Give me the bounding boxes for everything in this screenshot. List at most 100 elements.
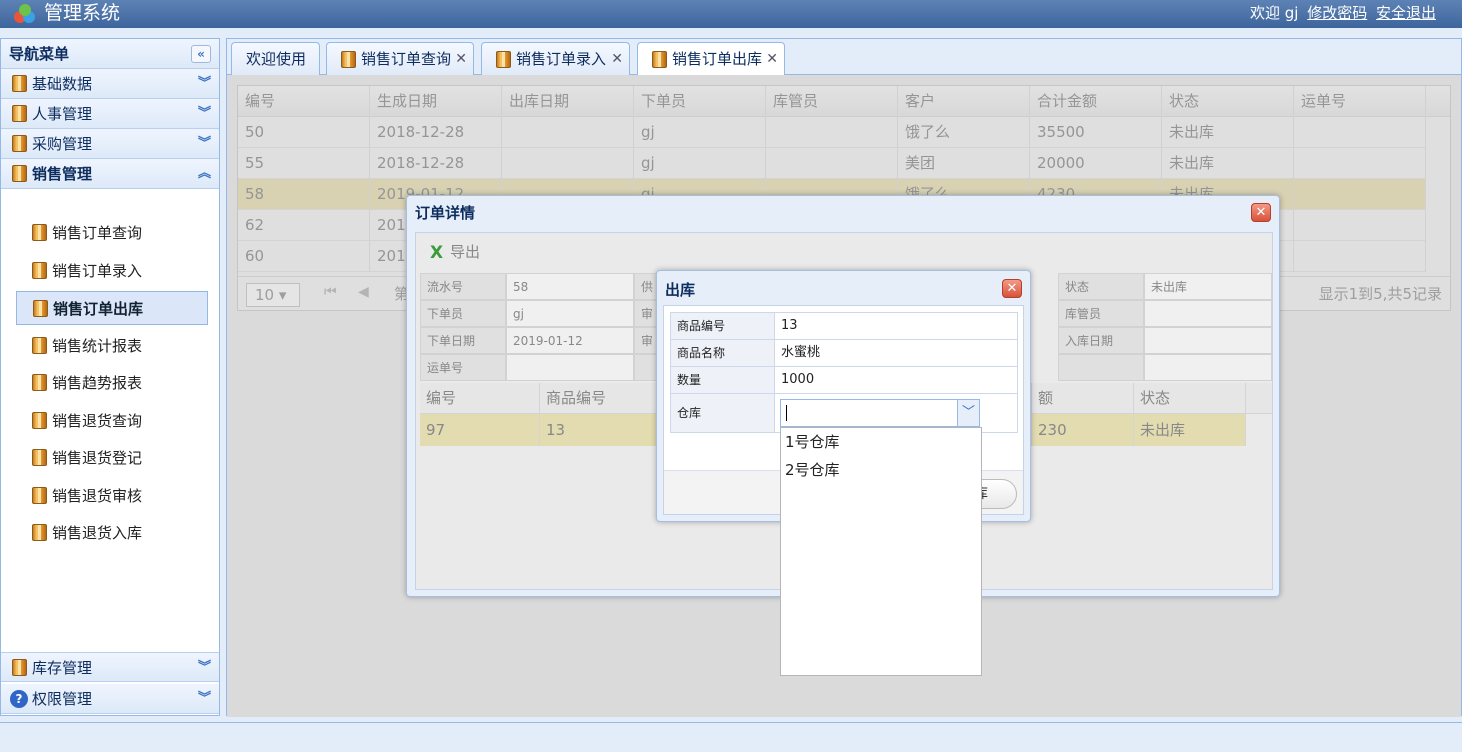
package-icon — [341, 51, 356, 68]
sidebar-item-label: 销售退货查询 — [52, 412, 143, 430]
sidebar-item-return-stockin[interactable]: 销售退货入库 — [16, 516, 208, 550]
group-label: 销售管理 — [32, 165, 93, 183]
group-sales[interactable]: 销售管理 ︽ — [1, 159, 219, 189]
package-icon — [33, 300, 48, 317]
close-icon[interactable]: ✕ — [455, 43, 467, 75]
column-header[interactable]: 状态 — [1134, 383, 1246, 414]
warehouse-option[interactable]: 1号仓库 — [781, 428, 981, 456]
group-purchase[interactable]: 采购管理 ︾ — [1, 129, 219, 159]
dialog-title: 订单详情 — [415, 204, 476, 222]
package-icon — [12, 135, 27, 152]
tab-welcome[interactable]: 欢迎使用 — [231, 42, 320, 75]
chevron-down-icon: ︾ — [197, 76, 211, 91]
column-header[interactable]: 编号 — [420, 383, 540, 414]
sidebar-item-label: 销售退货登记 — [52, 449, 143, 467]
package-icon — [32, 524, 47, 541]
field-row: 商品名称 水蜜桃 — [670, 339, 1018, 367]
info-value: 58 — [506, 273, 634, 300]
close-icon[interactable]: ✕ — [766, 43, 778, 75]
table-cell[interactable]: 未出库 — [1134, 414, 1246, 446]
logout-link[interactable]: 安全退出 — [1376, 4, 1436, 22]
warehouse-dropdown: 1号仓库 2号仓库 — [780, 427, 982, 676]
info-label: 下单员 — [420, 300, 506, 327]
warehouse-select[interactable]: ﹀ — [780, 399, 980, 427]
close-icon[interactable]: ✕ — [1002, 279, 1022, 298]
change-password-link[interactable]: 修改密码 — [1307, 4, 1367, 22]
sidebar-item-return-audit[interactable]: 销售退货审核 — [16, 479, 208, 513]
package-icon — [12, 105, 27, 122]
sidebar-item-return-query[interactable]: 销售退货查询 — [16, 404, 208, 438]
footer-bar — [0, 722, 1462, 752]
info-value: 2019-01-12 — [506, 327, 634, 354]
group-label: 库存管理 — [32, 659, 93, 677]
info-value — [1144, 327, 1272, 354]
info-label: 下单日期 — [420, 327, 506, 354]
table-cell[interactable]: 13 — [540, 414, 660, 446]
field-label: 数量 — [671, 367, 775, 393]
sidebar-item-order-outbound[interactable]: 销售订单出库 — [16, 291, 208, 325]
package-icon — [32, 374, 47, 391]
sidebar-item-order-query[interactable]: 销售订单查询 — [16, 216, 208, 250]
field-row: 数量 1000 — [670, 366, 1018, 394]
export-button[interactable]: X 导出 — [430, 239, 480, 265]
package-icon — [496, 51, 511, 68]
table-cell[interactable]: 230 — [1032, 414, 1134, 446]
sidebar-item-label: 销售退货入库 — [52, 524, 143, 542]
column-header[interactable]: 额 — [1032, 383, 1134, 414]
sidebar-item-label: 销售订单查询 — [52, 224, 143, 242]
column-header[interactable]: 商品编号 — [540, 383, 660, 414]
tab-bar: 欢迎使用 销售订单查询 ✕ 销售订单录入 ✕ 销售订单出库 ✕ — [227, 39, 1461, 76]
group-hr[interactable]: 人事管理 ︾ — [1, 99, 219, 129]
info-label — [1058, 354, 1144, 381]
info-label: 状态 — [1058, 273, 1144, 300]
tab-order-query[interactable]: 销售订单查询 ✕ — [326, 42, 474, 75]
chevron-down-icon[interactable]: ﹀ — [957, 400, 979, 426]
info-value — [506, 354, 634, 381]
sidebar-header: 导航菜单 « — [1, 39, 219, 69]
user-area: 欢迎 gj 修改密码 安全退出 — [1250, 3, 1436, 23]
info-label: 入库日期 — [1058, 327, 1144, 354]
group-basic-data[interactable]: 基础数据 ︾ — [1, 69, 219, 99]
tab-order-outbound[interactable]: 销售订单出库 ✕ — [637, 42, 785, 76]
tab-label: 销售订单录入 — [516, 50, 607, 68]
chevron-down-icon: ︾ — [197, 691, 211, 706]
table-cell[interactable]: 97 — [420, 414, 540, 446]
close-icon[interactable]: ✕ — [1251, 203, 1271, 222]
tab-label: 销售订单查询 — [361, 50, 452, 68]
field-label: 仓库 — [671, 394, 775, 432]
group-label: 权限管理 — [32, 690, 93, 708]
welcome-text: 欢迎 gj — [1249, 4, 1299, 22]
sidebar-item-label: 销售订单录入 — [52, 262, 143, 280]
tab-label: 销售订单出库 — [672, 50, 763, 68]
group-permission[interactable]: ? 权限管理 ︾ — [1, 684, 219, 714]
package-icon — [652, 51, 667, 68]
chevron-down-icon: ︾ — [197, 136, 211, 151]
sidebar-item-sales-trend[interactable]: 销售趋势报表 — [16, 366, 208, 400]
sidebar-item-label: 销售订单出库 — [53, 300, 144, 318]
collapse-icon[interactable]: « — [191, 45, 211, 63]
package-icon — [12, 659, 27, 676]
help-icon: ? — [10, 690, 28, 708]
close-icon[interactable]: ✕ — [611, 43, 623, 75]
sidebar: 导航菜单 « 基础数据 ︾ 人事管理 ︾ 采购管理 ︾ 销售管理 ︽ 销售订单查询 销售… — [0, 38, 220, 716]
package-icon — [32, 487, 47, 504]
app-title: 管理系统 — [44, 2, 121, 24]
warehouse-option[interactable]: 2号仓库 — [781, 456, 981, 484]
package-icon — [12, 75, 27, 92]
product-name-value: 水蜜桃 — [781, 345, 821, 360]
group-label: 人事管理 — [32, 105, 93, 123]
group-inventory[interactable]: 库存管理 ︾ — [1, 652, 219, 682]
sidebar-item-label: 销售退货审核 — [52, 487, 143, 505]
group-label: 基础数据 — [32, 75, 93, 93]
app-logo-icon — [14, 4, 35, 23]
package-icon — [32, 224, 47, 241]
info-label: 运单号 — [420, 354, 506, 381]
sidebar-item-order-entry[interactable]: 销售订单录入 — [16, 254, 208, 288]
sidebar-item-sales-stats[interactable]: 销售统计报表 — [16, 329, 208, 363]
tab-order-entry[interactable]: 销售订单录入 ✕ — [481, 42, 630, 75]
sidebar-item-return-register[interactable]: 销售退货登记 — [16, 441, 208, 475]
info-label: 流水号 — [420, 273, 506, 300]
field-label: 商品编号 — [671, 313, 775, 339]
text-cursor — [786, 405, 787, 421]
info-value — [1144, 300, 1272, 327]
